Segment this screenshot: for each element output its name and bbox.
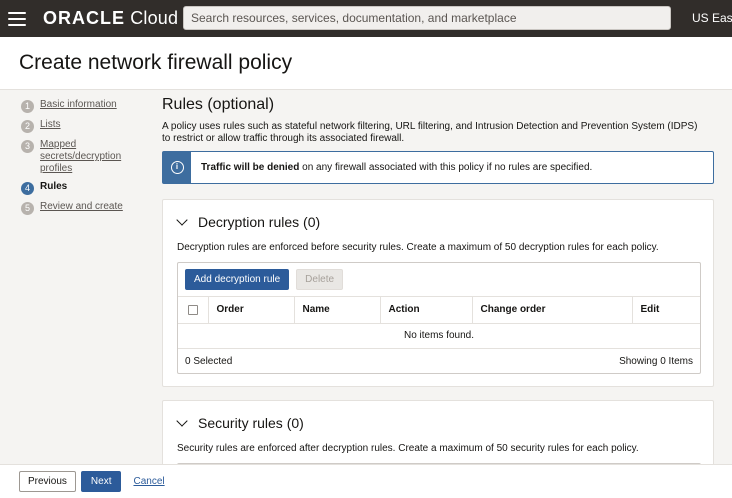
cancel-link[interactable]: Cancel [133,476,164,487]
wizard-footer: Previous Next Cancel [0,464,732,498]
rules-table: Order Name Action Change order Edit No i… [178,297,700,349]
column-header[interactable]: Change order [472,297,633,324]
step-label[interactable]: Basic information [40,99,117,111]
info-strip: i [163,152,191,183]
decryption-rules-title: Decryption rules (0) [198,214,321,230]
selected-count: 0 Selected [185,355,233,367]
add-decryption-rule-button[interactable]: Add decryption rule [185,269,290,290]
oracle-cloud-logo[interactable]: ORACLE Cloud [43,8,178,29]
step-label: Rules [40,181,68,192]
decryption-rules-description: Decryption rules are enforced before sec… [177,242,659,253]
chevron-down-icon[interactable] [176,213,188,226]
security-rules-description: Security rules are enforced after decryp… [177,443,639,454]
step-label[interactable]: Mapped secrets/decryption profiles [40,139,141,175]
rules-section: Rules (optional) A policy uses rules suc… [162,95,714,483]
step-lists[interactable]: 2 Lists [21,119,141,133]
step-label[interactable]: Lists [40,119,61,131]
step-rules: 4 Rules [21,181,141,195]
step-number: 1 [21,100,34,113]
decryption-rules-header[interactable]: Decryption rules (0) [176,213,713,230]
next-button[interactable]: Next [80,471,122,492]
search-input[interactable] [183,6,671,30]
previous-button[interactable]: Previous [19,471,76,492]
info-message-rest: on any firewall associated with this pol… [299,162,593,173]
column-header[interactable]: Name [294,297,381,324]
step-number: 4 [21,182,34,195]
item-count: Showing 0 Items [619,355,693,367]
step-label[interactable]: Review and create [40,201,123,213]
decryption-rules-table: Add decryption rule Delete Order Name Ac… [177,262,701,374]
column-header[interactable]: Action [380,297,473,324]
select-all-checkbox[interactable] [188,304,198,315]
table-row: No items found. [178,323,700,349]
step-number: 2 [21,120,34,133]
column-header[interactable]: Order [208,297,295,324]
wizard-steps: 1 Basic information 2 Lists 3 Mapped sec… [21,99,141,221]
select-all-header [178,297,209,324]
page-header: Create network firewall policy [0,37,732,90]
section-title: Rules (optional) [162,96,275,113]
top-navigation-bar: ORACLE Cloud US East [0,0,732,37]
info-alert: i Traffic will be denied on any firewall… [162,151,714,184]
info-icon: i [170,161,184,174]
step-mapped-secrets[interactable]: 3 Mapped secrets/decryption profiles [21,139,141,175]
step-number: 3 [21,140,34,153]
empty-state: No items found. [178,323,700,349]
delete-button: Delete [296,269,344,290]
table-toolbar: Add decryption rule Delete [178,263,700,297]
page-title: Create network firewall policy [19,51,293,74]
step-basic-information[interactable]: 1 Basic information [21,99,141,113]
security-rules-title: Security rules (0) [198,415,304,431]
info-message: Traffic will be denied on any firewall a… [201,162,592,173]
step-number: 5 [21,202,34,215]
table-header-row: Order Name Action Change order Edit [178,297,700,324]
step-review-and-create[interactable]: 5 Review and create [21,201,141,215]
chevron-down-icon[interactable] [176,414,188,427]
table-footer: 0 Selected Showing 0 Items [178,349,700,367]
info-message-bold: Traffic will be denied [201,162,300,173]
column-header[interactable]: Edit [632,297,700,324]
hamburger-menu-icon[interactable] [8,11,26,26]
section-description: A policy uses rules such as stateful net… [162,121,698,144]
decryption-rules-panel: Decryption rules (0) Decryption rules ar… [162,199,714,387]
security-rules-header[interactable]: Security rules (0) [176,414,713,431]
region-selector[interactable]: US East [692,11,732,25]
